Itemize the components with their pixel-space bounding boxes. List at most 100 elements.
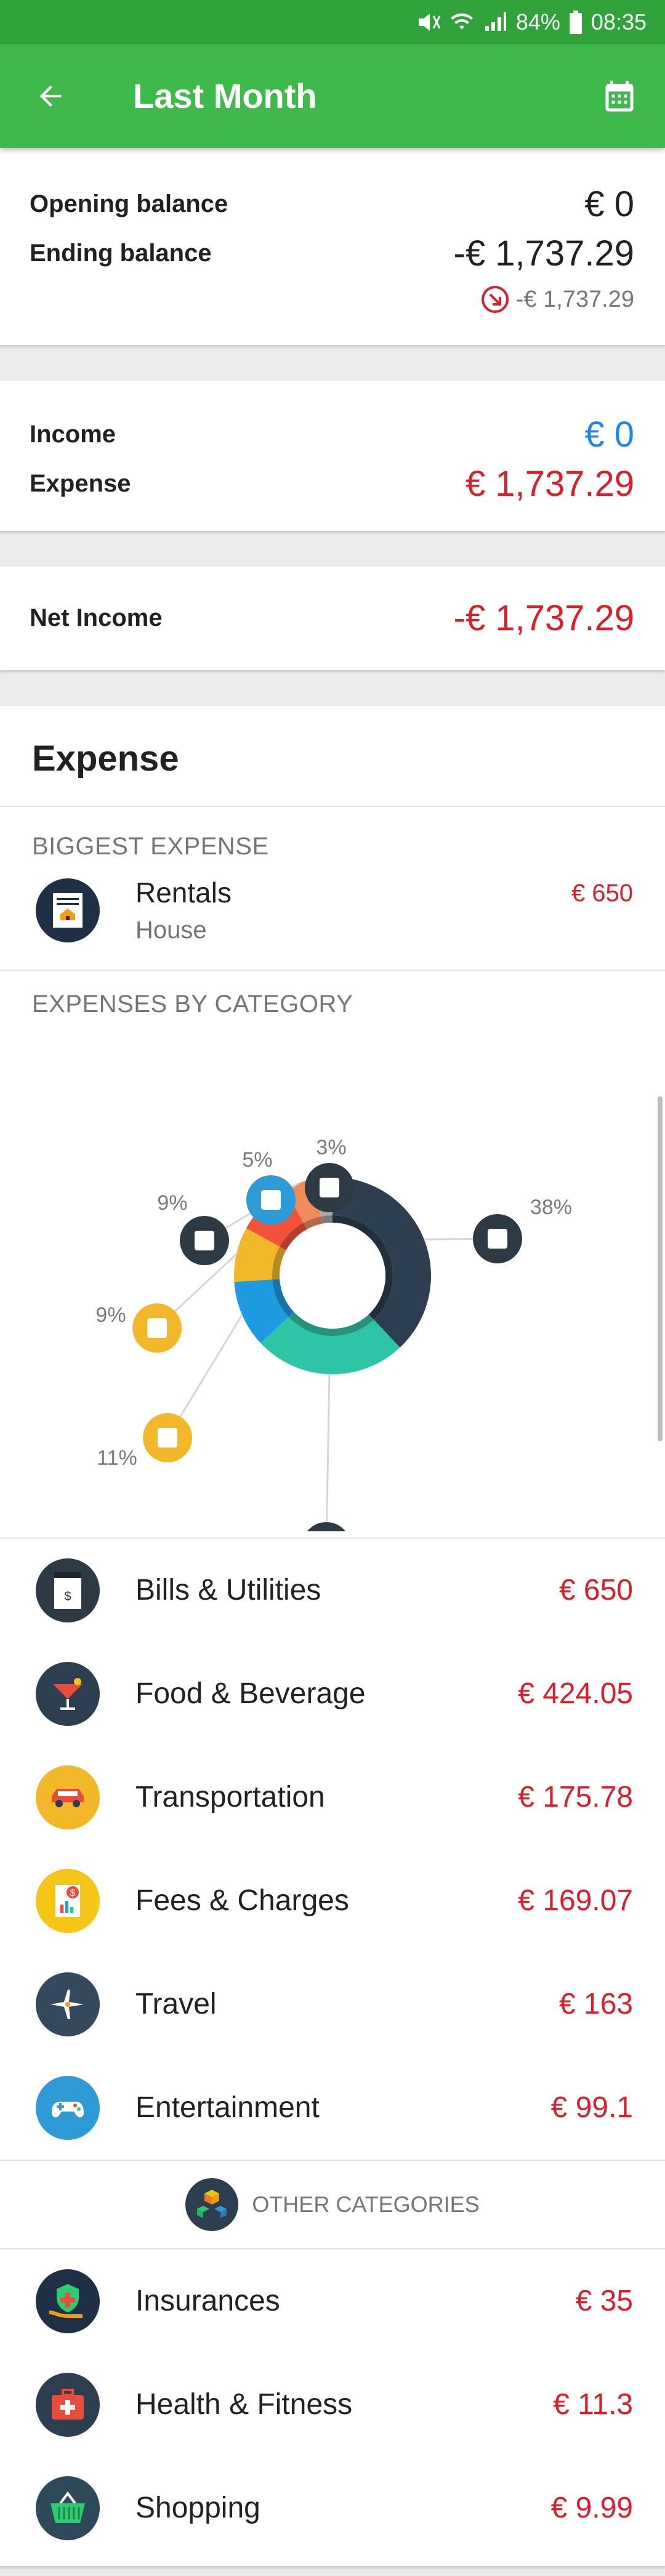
- category-item-transportation[interactable]: Transportation € 175.78: [0, 1746, 665, 1849]
- donut-slice-inner: [321, 1215, 332, 1224]
- category-name: Insurances: [135, 2285, 280, 2317]
- category-amount: € 163: [558, 1988, 633, 2020]
- net-income-card: Net Income -€ 1,737.29: [0, 567, 665, 670]
- category-amount: € 9.99: [550, 2492, 633, 2524]
- income-value: € 0: [584, 415, 634, 455]
- page-title: Last Month: [133, 76, 317, 115]
- income-label: Income: [30, 421, 116, 448]
- biggest-expense-header: BIGGEST EXPENSE: [32, 833, 269, 860]
- opening-balance-value: € 0: [584, 184, 634, 224]
- category-name: Shopping: [135, 2492, 260, 2524]
- percent-label: 3%: [316, 1136, 346, 1159]
- percent-label: 5%: [242, 1148, 272, 1172]
- mute-icon: [418, 14, 441, 31]
- airplane-icon-glyph: [195, 1231, 214, 1250]
- expenses-by-category-header: EXPENSES BY CATEGORY: [32, 990, 353, 1018]
- opening-balance-label: Opening balance: [30, 190, 228, 217]
- divider: [0, 970, 665, 971]
- scrollbar[interactable]: [658, 1096, 663, 1441]
- biggest-expense-amount: € 650: [571, 880, 633, 907]
- category-item-fees[interactable]: $ Fees & Charges € 169.07: [0, 1849, 665, 1953]
- bill-icon: $: [36, 1558, 100, 1622]
- category-name: Food & Beverage: [135, 1677, 366, 1710]
- category-amount: € 424.05: [518, 1677, 633, 1710]
- battery-icon: [569, 10, 582, 34]
- fees-icon-glyph: [147, 1318, 167, 1338]
- svg-text:$: $: [64, 1590, 71, 1603]
- category-name: Bills & Utilities: [135, 1574, 321, 1606]
- battery-percent: 84%: [515, 9, 560, 34]
- status-bar: 84% 08:35: [0, 0, 665, 44]
- category-item-bills[interactable]: $ Bills & Utilities € 650: [0, 1539, 665, 1642]
- category-amount: € 175.78: [518, 1781, 633, 1813]
- category-amount: € 11.3: [553, 2388, 633, 2421]
- percent-label: 9%: [95, 1303, 126, 1327]
- fees-icon: $: [36, 1869, 100, 1933]
- divider: [0, 806, 665, 807]
- cubes-icon: [185, 2178, 239, 2231]
- wifi-icon: [450, 13, 473, 30]
- first-aid-icon: [36, 2373, 100, 2437]
- clock: 08:35: [590, 9, 647, 34]
- percent-label: 11%: [97, 1446, 137, 1470]
- biggest-expense-item[interactable]: Rentals House € 650: [0, 872, 665, 965]
- car-icon: [36, 1765, 100, 1829]
- app-bar: Last Month: [0, 44, 665, 148]
- category-amount: € 169.07: [518, 1884, 633, 1917]
- arrow-left-icon: [39, 85, 62, 107]
- category-item-entertainment[interactable]: Entertainment € 99.1: [0, 2056, 665, 2160]
- expense-label: Expense: [30, 470, 131, 497]
- category-amount: € 35: [575, 2285, 633, 2317]
- category-item-shopping[interactable]: Shopping € 9.99: [0, 2457, 665, 2560]
- gamepad-icon-glyph: [261, 1190, 281, 1210]
- category-list: $ Bills & Utilities € 650 Food & Beverag…: [0, 1539, 665, 2160]
- category-item-insurances[interactable]: Insurances € 35: [0, 2250, 665, 2353]
- balance-card: Opening balance € 0 Ending balance -€ 1,…: [0, 148, 665, 345]
- other-category-list: Insurances € 35 Health & Fitness € 11.3 …: [0, 2250, 665, 2560]
- category-name: Health & Fitness: [135, 2388, 353, 2421]
- biggest-expense-name: Rentals: [135, 877, 232, 909]
- category-item-travel[interactable]: Travel € 163: [0, 1953, 665, 2056]
- cocktail-icon: [307, 1522, 346, 1531]
- other-categories-label: OTHER CATEGORIES: [252, 2192, 480, 2217]
- insurance-icon: [36, 2269, 100, 2333]
- percent-label: 9%: [157, 1191, 187, 1215]
- svg-text:$: $: [70, 1888, 76, 1898]
- back-button[interactable]: [31, 76, 70, 116]
- house-rent-icon: [36, 878, 100, 942]
- gamepad-icon: [36, 2076, 100, 2140]
- percent-label: 38%: [530, 1196, 572, 1219]
- leader-line: [325, 1374, 331, 1531]
- trend-down-icon: [481, 286, 509, 313]
- calendar-button[interactable]: [598, 75, 640, 117]
- net-income-value: -€ 1,737.29: [453, 598, 634, 638]
- category-item-health[interactable]: Health & Fitness € 11.3: [0, 2353, 665, 2457]
- status-icons: 84% 08:35: [416, 9, 647, 35]
- category-amount: € 650: [558, 1574, 633, 1606]
- airplane-icon: [36, 1972, 100, 2036]
- bill-icon-glyph: [488, 1229, 507, 1249]
- balance-change-value: -€ 1,737.29: [515, 286, 634, 312]
- expense-section-title: Expense: [32, 739, 179, 779]
- expense-card: Expense BIGGEST EXPENSE Rentals House € …: [0, 706, 665, 2566]
- other-categories-header[interactable]: OTHER CATEGORIES: [0, 2161, 665, 2248]
- category-name: Fees & Charges: [135, 1884, 349, 1917]
- car-icon-glyph: [158, 1428, 177, 1448]
- shopping-basket-icon: [36, 2476, 100, 2540]
- expense-value: € 1,737.29: [465, 464, 634, 504]
- expense-donut-chart: 38%25%11%9%9%5%3%: [95, 1136, 572, 1531]
- category-name: Transportation: [135, 1781, 325, 1813]
- ending-balance-label: Ending balance: [30, 240, 212, 267]
- signal-icon: [485, 12, 506, 31]
- ending-balance-value: -€ 1,737.29: [453, 233, 634, 273]
- category-amount: € 99.1: [550, 2091, 633, 2124]
- category-name: Travel: [135, 1988, 217, 2020]
- category-item-food[interactable]: Food & Beverage € 424.05: [0, 1642, 665, 1746]
- cocktail-icon: [36, 1662, 100, 1726]
- cubes-icon-glyph: [320, 1178, 339, 1197]
- calendar-icon: [605, 81, 634, 111]
- donut-hole: [280, 1223, 385, 1329]
- biggest-expense-sub: House: [135, 917, 207, 944]
- income-expense-card: Income € 0 Expense € 1,737.29: [0, 381, 665, 531]
- category-name: Entertainment: [135, 2091, 320, 2124]
